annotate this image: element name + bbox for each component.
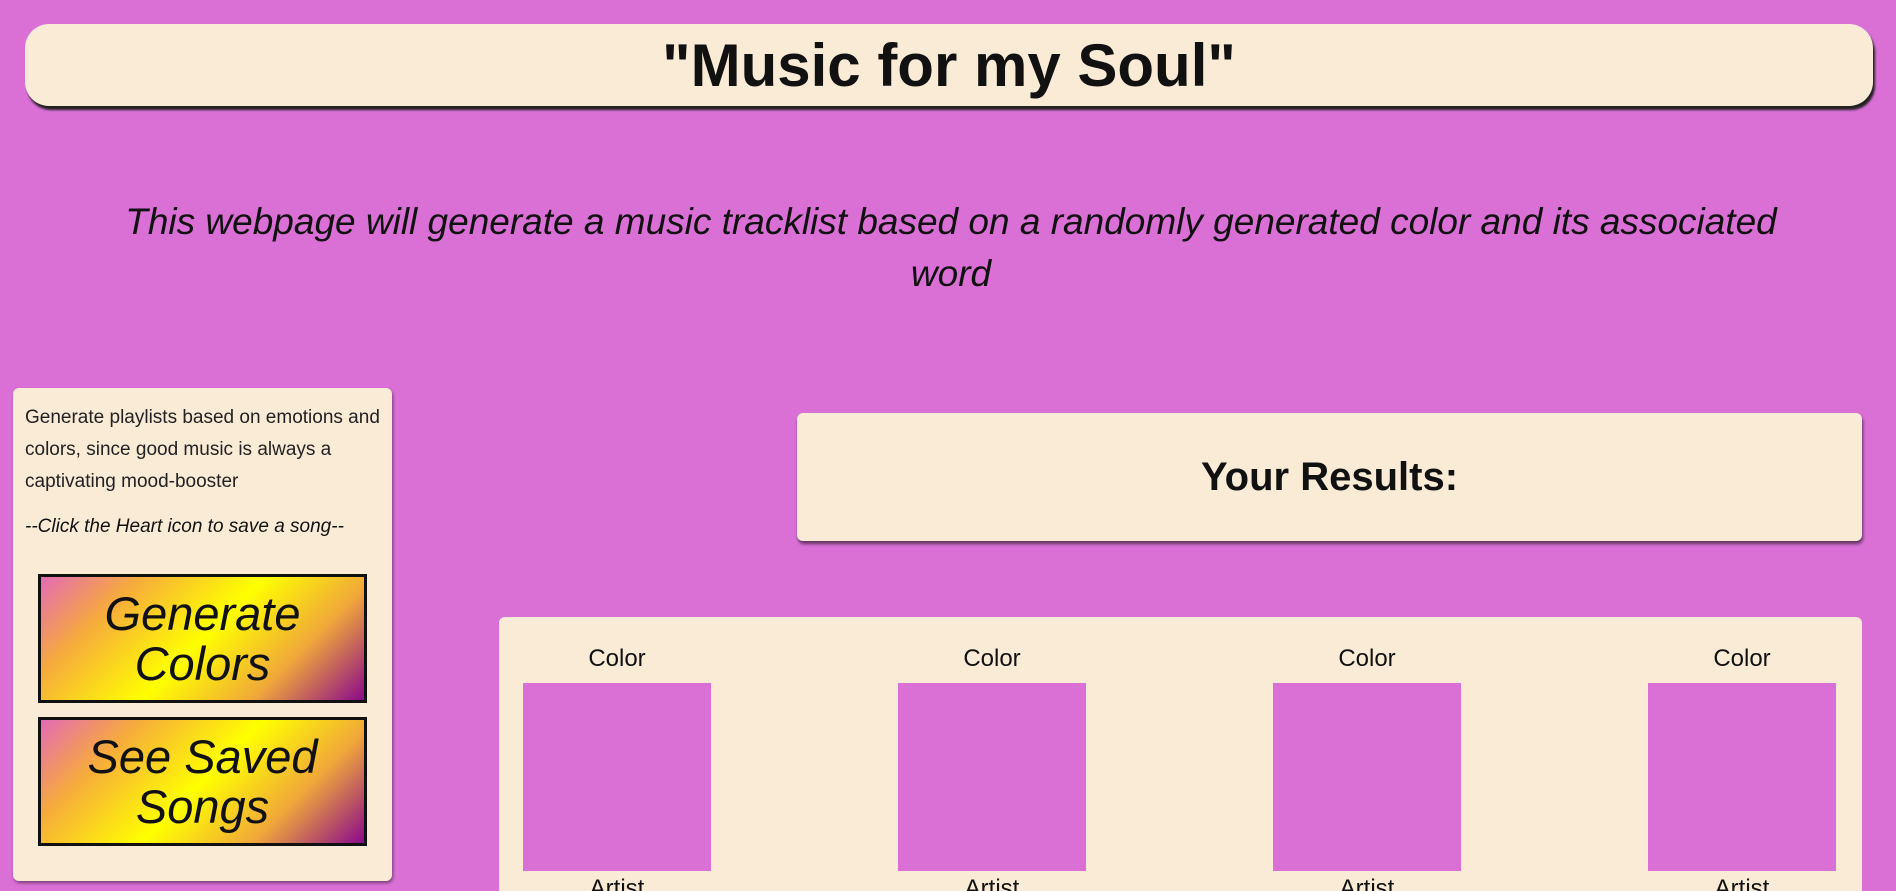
color-swatch[interactable] (523, 683, 711, 871)
result-card: Color Artist (1648, 645, 1836, 891)
card-artist-label: Artist (1714, 875, 1770, 891)
color-swatch[interactable] (1273, 683, 1461, 871)
color-swatch[interactable] (898, 683, 1086, 871)
card-artist-label: Artist (964, 875, 1020, 891)
generate-colors-button[interactable]: Generate Colors (38, 574, 367, 703)
sidebar-panel: Generate playlists based on emotions and… (13, 388, 392, 881)
sidebar-description: Generate playlists based on emotions and… (25, 407, 380, 492)
results-panel: Color Artist Color Artist Color Artist C… (499, 617, 1862, 891)
card-artist-label: Artist (1339, 875, 1395, 891)
result-card: Color Artist (1273, 645, 1461, 891)
result-card: Color Artist (523, 645, 711, 891)
card-color-label: Color (963, 645, 1021, 672)
card-color-label: Color (588, 645, 646, 672)
card-artist-label: Artist (589, 875, 645, 891)
see-saved-songs-button[interactable]: See Saved Songs (38, 717, 367, 846)
card-color-label: Color (1338, 645, 1396, 672)
results-title: Your Results: (1200, 454, 1459, 499)
result-card: Color Artist (898, 645, 1086, 891)
page-subtitle: This webpage will generate a music track… (125, 201, 1777, 294)
card-color-label: Color (1713, 645, 1771, 672)
page: "Music for my Soul" This webpage will ge… (0, 0, 1896, 891)
page-title: "Music for my Soul" (662, 31, 1236, 99)
results-header: Your Results: (797, 413, 1862, 541)
header-banner: "Music for my Soul" (25, 24, 1873, 106)
sidebar-hint: --Click the Heart icon to save a song-- (25, 516, 344, 537)
color-swatch[interactable] (1648, 683, 1836, 871)
